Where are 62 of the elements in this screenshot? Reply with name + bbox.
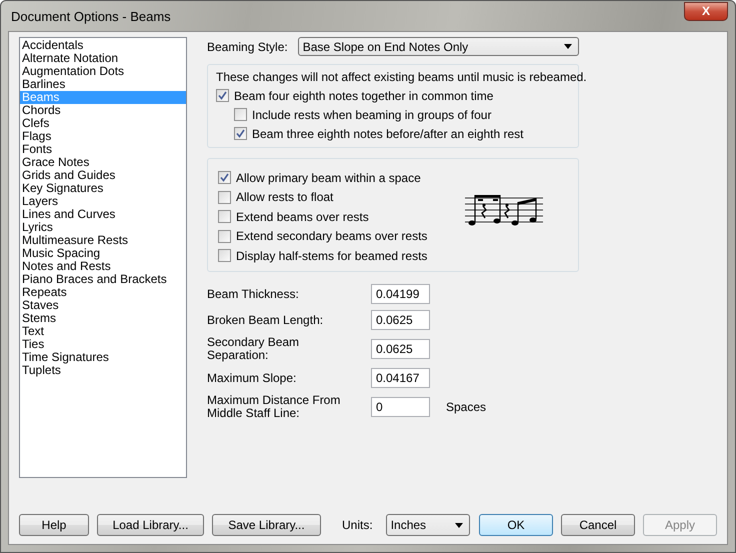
dialog-button[interactable]: Cancel: [561, 514, 635, 536]
category-list[interactable]: [19, 37, 187, 478]
category-item[interactable]: Staves: [20, 299, 186, 312]
field-label: Beam Thickness:: [207, 288, 300, 301]
category-item[interactable]: Tuplets: [20, 364, 186, 377]
checkbox[interactable]: Beam three eighth notes before/after an eighth rest: [234, 124, 587, 143]
checkbox[interactable]: Extend beams over rests: [218, 207, 428, 226]
caret-icon: [564, 44, 572, 49]
category-item[interactable]: Alternate Notation: [20, 52, 186, 65]
dialog-button[interactable]: OK: [479, 514, 553, 536]
category-item[interactable]: Multimeasure Rests: [20, 234, 186, 247]
category-item[interactable]: Time Signatures: [20, 351, 186, 364]
field-label: Maximum Slope:: [207, 372, 298, 385]
checkmark-icon: [220, 173, 229, 182]
category-item[interactable]: Flags: [20, 130, 186, 143]
category-item[interactable]: Layers: [20, 195, 186, 208]
number-field[interactable]: 0.04167: [371, 368, 430, 388]
checkbox[interactable]: Display half-stems for beamed rests: [218, 246, 428, 266]
category-item[interactable]: Text: [20, 325, 186, 338]
category-item[interactable]: Clefs: [20, 117, 186, 130]
category-item[interactable]: Grace Notes: [20, 156, 186, 169]
number-field[interactable]: 0.0625: [371, 310, 430, 330]
category-item[interactable]: Grids and Guides: [20, 169, 186, 182]
checkmark-icon: [236, 129, 245, 138]
checkbox[interactable]: Include rests when beaming in groups of four: [234, 105, 587, 124]
dialog-button[interactable]: Save Library...: [212, 514, 321, 536]
category-item[interactable]: Stems: [20, 312, 186, 325]
category-item[interactable]: Repeats: [20, 286, 186, 299]
units-dropdown[interactable]: Inches: [386, 514, 470, 536]
category-item[interactable]: Barlines: [20, 78, 186, 91]
units-label: Units:: [342, 518, 373, 532]
checkbox[interactable]: Allow primary beam within a space: [218, 168, 428, 187]
category-item[interactable]: Chords: [20, 104, 186, 117]
field-label: Broken Beam Length:: [207, 314, 324, 327]
dialog-button[interactable]: Load Library...: [97, 514, 204, 536]
field-label: Maximum Distance From Middle Staff Line:: [207, 394, 342, 420]
unit-label: Spaces: [446, 400, 486, 414]
checkmark-icon: [218, 91, 227, 100]
beaming-style-dropdown[interactable]: Base Slope on End Notes Only: [298, 37, 579, 56]
field-label: Secondary Beam Separation:: [207, 336, 300, 362]
category-item[interactable]: Fonts: [20, 143, 186, 156]
category-item[interactable]: Notes and Rests: [20, 260, 186, 273]
number-field[interactable]: 0.0625: [371, 339, 430, 360]
category-item[interactable]: Lyrics: [20, 221, 186, 234]
rebeam-note: These changes will not affect existing beams until music is rebeamed.: [216, 69, 587, 86]
beaming-style-label: Beaming Style:: [207, 40, 288, 54]
number-field[interactable]: 0: [371, 397, 430, 418]
close-button[interactable]: X: [684, 2, 728, 20]
number-field[interactable]: 0.04199: [371, 284, 430, 304]
category-item[interactable]: Ties: [20, 338, 186, 351]
caret-icon: [455, 522, 463, 528]
category-item[interactable]: Accidentals: [20, 39, 186, 52]
category-item[interactable]: Piano Braces and Brackets: [20, 273, 186, 286]
category-item[interactable]: Music Spacing: [20, 247, 186, 260]
checkbox[interactable]: Beam four eighth notes together in common time: [216, 86, 587, 105]
dialog-button[interactable]: Help: [19, 514, 89, 536]
category-item[interactable]: Lines and Curves: [20, 208, 186, 221]
category-item[interactable]: Augmentation Dots: [20, 65, 186, 78]
checkbox[interactable]: Allow rests to float: [218, 188, 428, 207]
category-item[interactable]: Key Signatures: [20, 182, 186, 195]
window-title: Document Options - Beams: [10, 8, 171, 24]
checkbox[interactable]: Extend secondary beams over rests: [218, 226, 428, 246]
